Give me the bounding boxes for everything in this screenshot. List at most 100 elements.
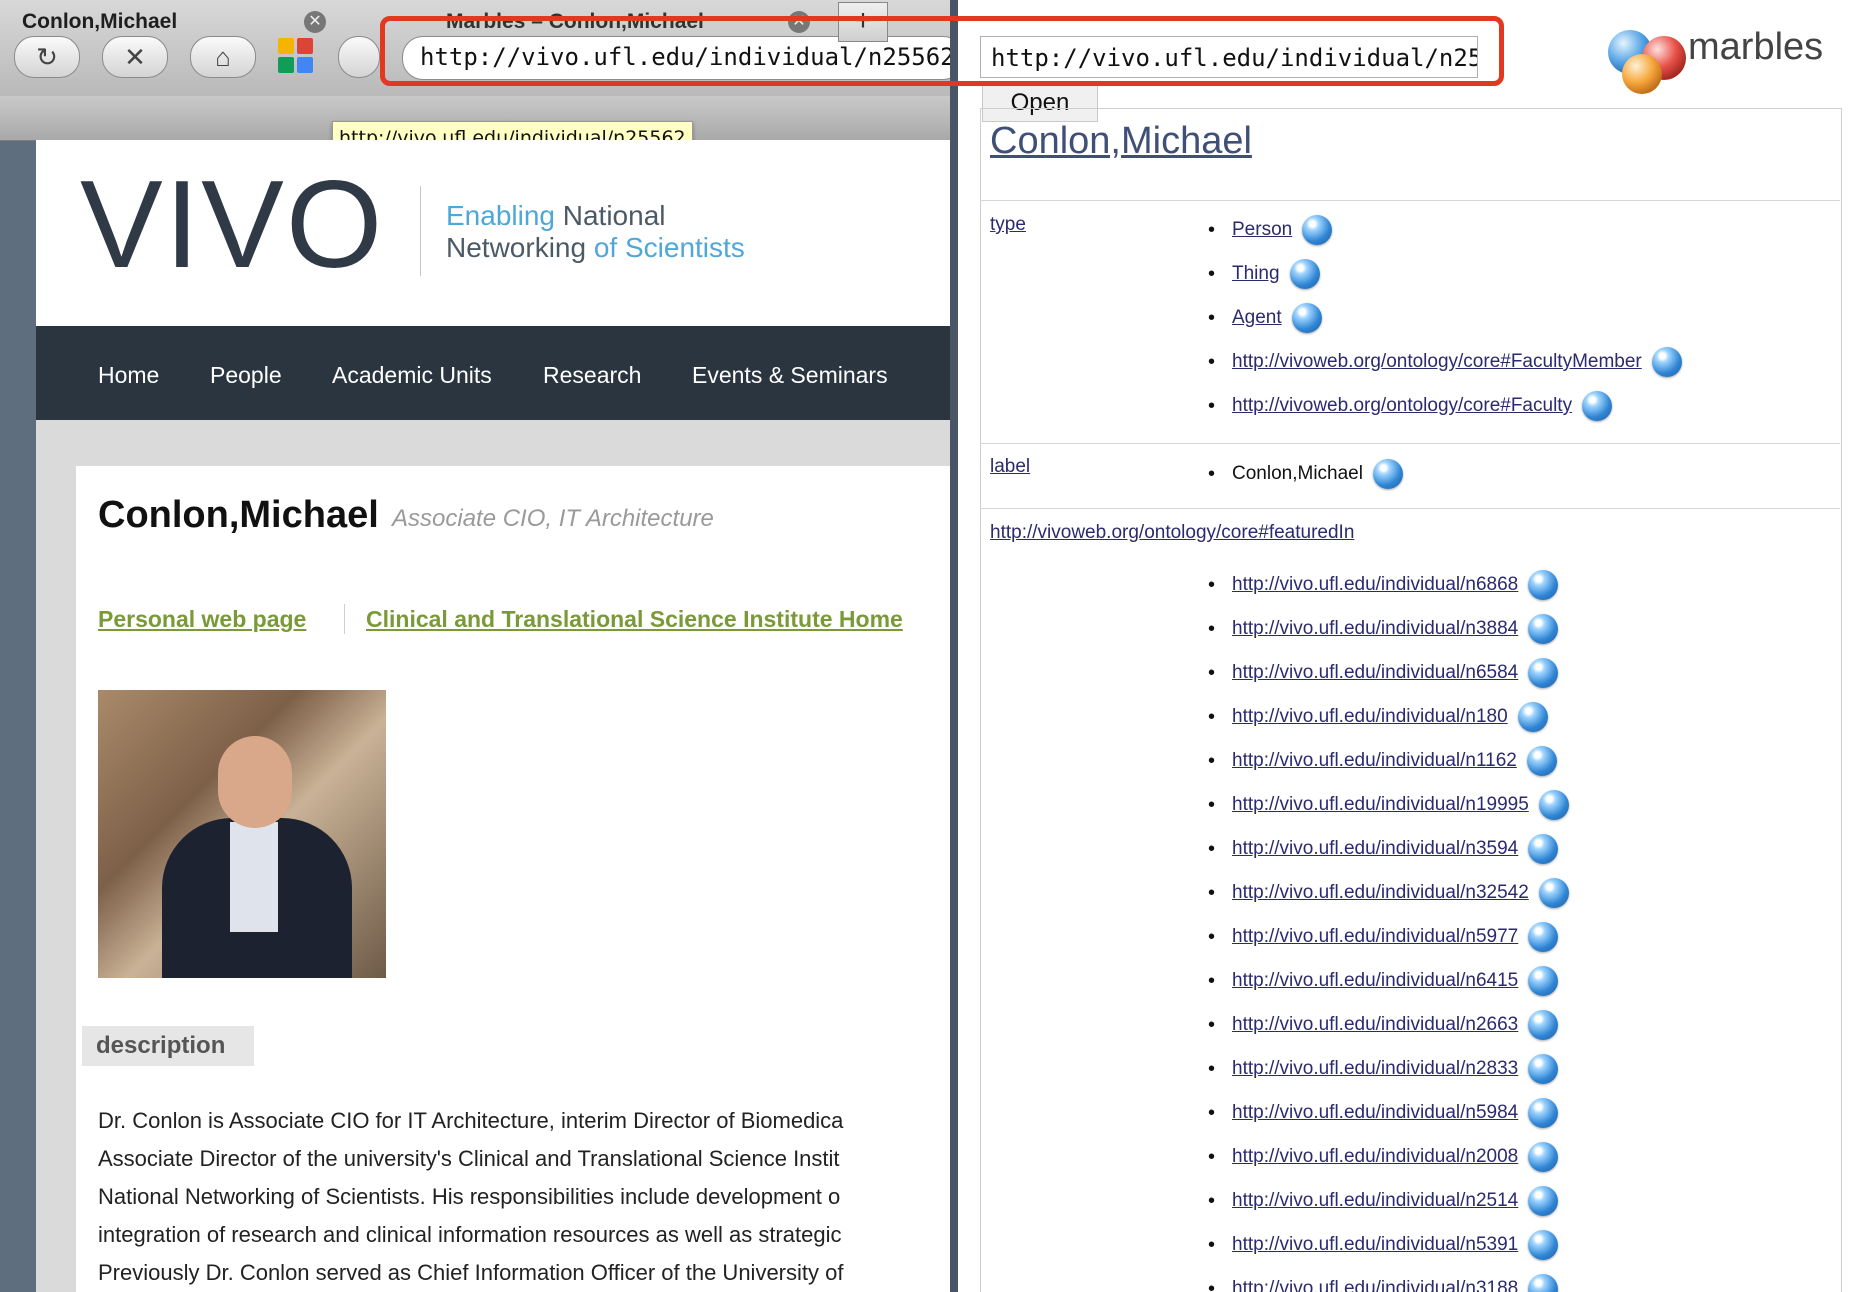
header-divider [420,186,421,276]
list-item: http://vivo.ufl.edu/individual/n6584 [1208,651,1569,695]
description-text: Dr. Conlon is Associate CIO for IT Archi… [98,1102,843,1292]
featured-link[interactable]: http://vivo.ufl.edu/individual/n6584 [1232,662,1518,683]
link-separator [344,604,345,634]
featured-link[interactable]: http://vivo.ufl.edu/individual/n2514 [1232,1190,1518,1211]
description-line: Dr. Conlon is Associate CIO for IT Archi… [98,1108,844,1133]
marble-icon[interactable] [1528,965,1559,996]
marble-icon[interactable] [1528,657,1559,688]
nav-research[interactable]: Research [543,362,641,389]
marble-icon[interactable] [1528,833,1559,864]
featured-link[interactable]: http://vivo.ufl.edu/individual/n6868 [1232,574,1518,595]
nav-academic-units[interactable]: Academic Units [332,362,492,389]
list-item: http://vivo.ufl.edu/individual/n3884 [1208,607,1569,651]
list-item: Agent [1208,296,1682,340]
marble-icon[interactable] [1528,1229,1559,1260]
marble-icon[interactable] [1582,390,1613,421]
home-button[interactable]: ⌂ [190,36,256,78]
marble-icon[interactable] [1538,789,1569,820]
marbles-logo-text: marbles [1688,26,1824,68]
marble-icon[interactable] [1528,1097,1559,1128]
list-item: http://vivo.ufl.edu/individual/n2514 [1208,1179,1569,1223]
description-line: integration of research and clinical inf… [98,1222,842,1247]
marble-icon[interactable] [1528,569,1559,600]
featured-link[interactable]: http://vivo.ufl.edu/individual/n3188 [1232,1278,1518,1292]
vivo-browser-window: ↻ ✕ ⌂ http://vivo.ufl.edu/individual/n25… [0,0,950,1292]
vivo-logo[interactable]: VIVO [80,163,384,287]
featured-link[interactable]: http://vivo.ufl.edu/individual/n5391 [1232,1234,1518,1255]
predicate-label[interactable]: label [990,456,1030,478]
marble-icon[interactable] [1291,302,1322,333]
featured-link[interactable]: http://vivo.ufl.edu/individual/n2008 [1232,1146,1518,1167]
nav-home[interactable]: Home [98,362,159,389]
description-line: Previously Dr. Conlon served as Chief In… [98,1260,844,1285]
featured-link[interactable]: http://vivo.ufl.edu/individual/n180 [1232,706,1508,727]
list-item: http://vivo.ufl.edu/individual/n5984 [1208,1091,1569,1135]
tagline-part2: National [554,200,666,231]
marble-icon[interactable] [1372,458,1403,489]
list-item: Person [1208,208,1682,252]
divider [980,508,1840,509]
predicate-type[interactable]: type [990,214,1026,236]
tab-conlon[interactable]: Conlon,Michael [22,0,177,44]
list-item: http://vivo.ufl.edu/individual/n6868 [1208,563,1569,607]
nav-events-seminars[interactable]: Events & Seminars [692,362,888,389]
bookmark-button[interactable] [338,36,380,78]
featured-link[interactable]: http://vivo.ufl.edu/individual/n32542 [1232,882,1529,903]
featured-link[interactable]: http://vivo.ufl.edu/individual/n6415 [1232,970,1518,991]
apps-grid-icon[interactable] [278,38,314,74]
label-values-list: Conlon,Michael [1208,452,1403,496]
list-item: http://vivo.ufl.edu/individual/n6415 [1208,959,1569,1003]
ctsi-home-link[interactable]: Clinical and Translational Science Insti… [366,606,903,633]
type-link[interactable]: http://vivoweb.org/ontology/core#Faculty… [1232,351,1642,372]
type-link[interactable]: http://vivoweb.org/ontology/core#Faculty [1232,395,1572,416]
marble-icon[interactable] [1302,214,1333,245]
marble-icon[interactable] [1528,1009,1559,1040]
marble-icon[interactable] [1651,346,1682,377]
featured-link[interactable]: http://vivo.ufl.edu/individual/n3884 [1232,618,1518,639]
nav-people[interactable]: People [210,362,282,389]
list-item: http://vivo.ufl.edu/individual/n32542 [1208,871,1569,915]
marble-icon[interactable] [1526,745,1557,776]
featured-link[interactable]: http://vivo.ufl.edu/individual/n1162 [1232,750,1517,771]
featured-link[interactable]: http://vivo.ufl.edu/individual/n5984 [1232,1102,1518,1123]
type-link[interactable]: Agent [1232,307,1282,328]
person-name: Conlon,Michael [98,494,379,536]
type-link[interactable]: Person [1232,219,1292,240]
marble-icon[interactable] [1289,258,1320,289]
featured-link[interactable]: http://vivo.ufl.edu/individual/n19995 [1232,794,1529,815]
list-item: http://vivo.ufl.edu/individual/n3594 [1208,827,1569,871]
personal-web-page-link[interactable]: Personal web page [98,606,306,633]
featured-link[interactable]: http://vivo.ufl.edu/individual/n3594 [1232,838,1518,859]
divider [980,200,1840,201]
list-item: http://vivo.ufl.edu/individual/n180 [1208,695,1569,739]
predicate-featured-in[interactable]: http://vivoweb.org/ontology/core#feature… [990,522,1354,544]
profile-photo [98,690,386,978]
marble-icon[interactable] [1528,921,1559,952]
close-tab-icon[interactable]: ✕ [304,11,326,33]
vivo-tagline: Enabling National Networking of Scientis… [446,200,745,264]
marble-icon[interactable] [1528,1185,1559,1216]
list-item: http://vivoweb.org/ontology/core#Faculty [1208,384,1682,428]
resource-title-link[interactable]: Conlon,Michael [990,120,1252,163]
description-heading: description [82,1026,254,1066]
list-item: http://vivo.ufl.edu/individual/n2833 [1208,1047,1569,1091]
marble-icon[interactable] [1538,877,1569,908]
list-item: http://vivoweb.org/ontology/core#Faculty… [1208,340,1682,384]
type-link[interactable]: Thing [1232,263,1280,284]
featured-link[interactable]: http://vivo.ufl.edu/individual/n2663 [1232,1014,1518,1035]
marble-icon[interactable] [1528,1141,1559,1172]
tagline-part1: Enabling [446,200,555,231]
type-values-list: Person Thing Agent http://vivoweb.org/on… [1208,208,1682,428]
featured-in-list: http://vivo.ufl.edu/individual/n6868 htt… [1208,563,1569,1292]
label-value: Conlon,Michael [1232,463,1363,484]
list-item: http://vivo.ufl.edu/individual/n1162 [1208,739,1569,783]
marble-icon[interactable] [1528,1053,1559,1084]
list-item: http://vivo.ufl.edu/individual/n3188 [1208,1267,1569,1292]
featured-link[interactable]: http://vivo.ufl.edu/individual/n5977 [1232,926,1518,947]
marble-icon[interactable] [1517,701,1548,732]
marble-icon[interactable] [1528,1273,1559,1292]
reload-icon: ↻ [36,42,58,72]
home-icon: ⌂ [215,42,231,72]
marble-icon[interactable] [1528,613,1559,644]
featured-link[interactable]: http://vivo.ufl.edu/individual/n2833 [1232,1058,1518,1079]
